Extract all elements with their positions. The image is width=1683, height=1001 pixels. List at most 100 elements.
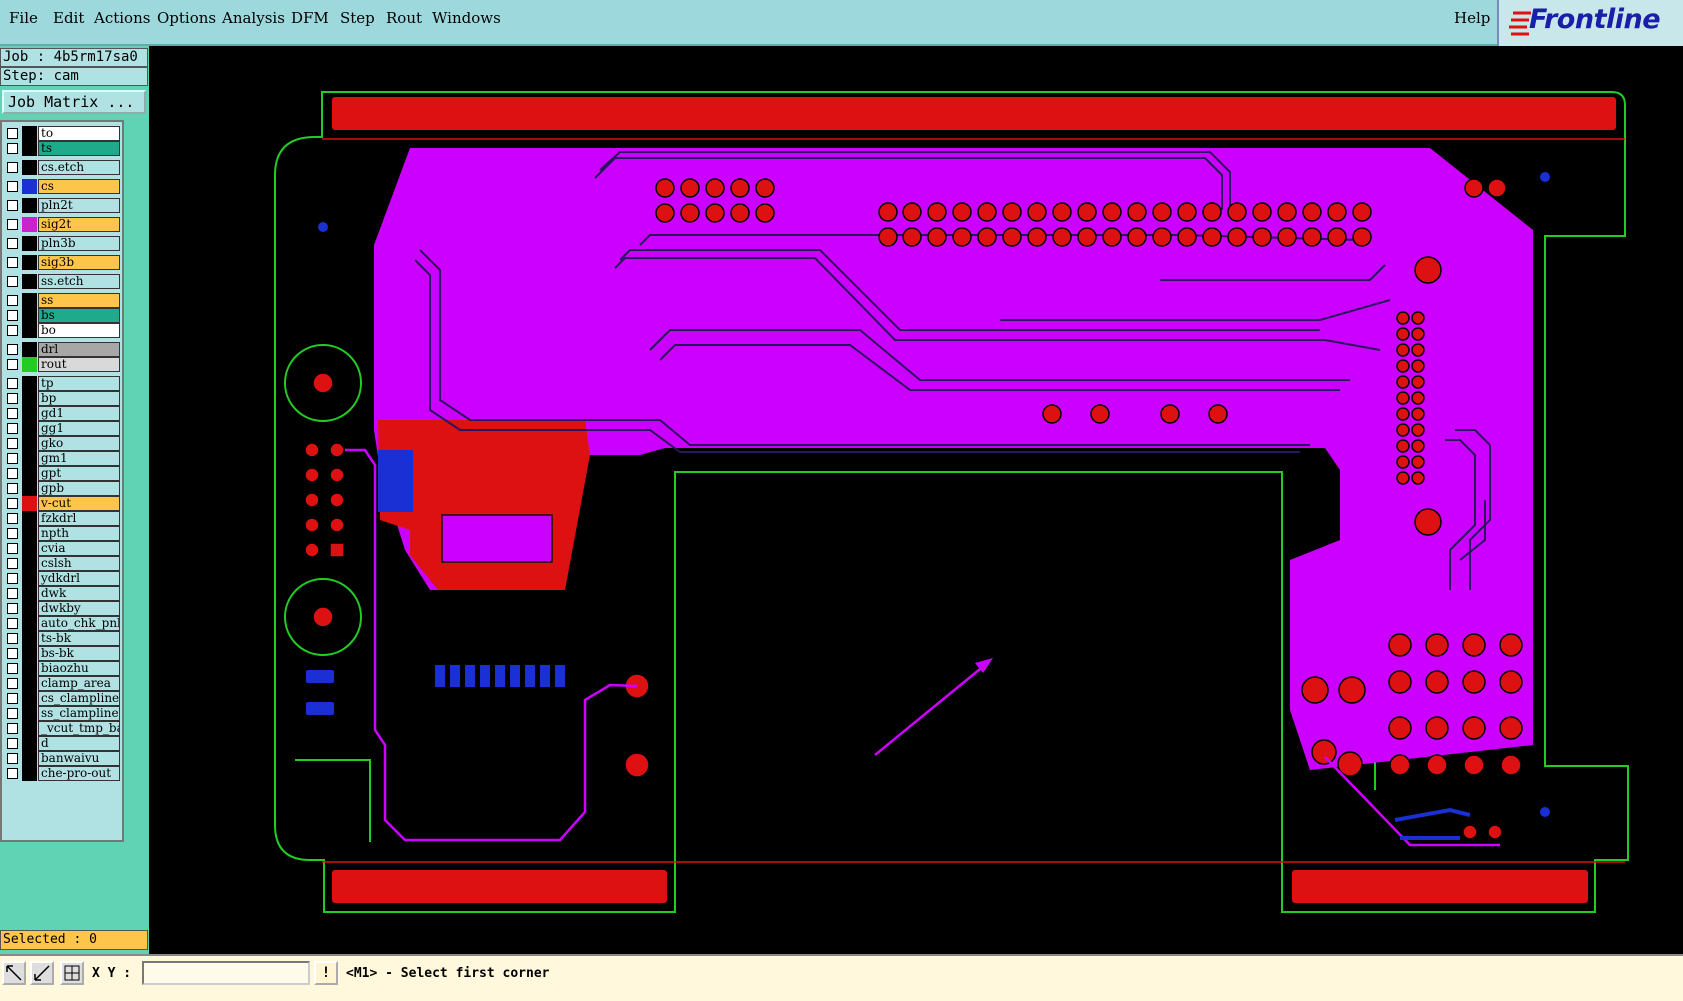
layer-color-swatch[interactable] <box>22 274 37 289</box>
layer-row-bs-bk[interactable]: bs-bk <box>4 646 122 661</box>
layer-checkbox[interactable] <box>7 513 18 524</box>
layer-color-swatch[interactable] <box>22 357 37 372</box>
layer-color-swatch[interactable] <box>22 179 37 194</box>
layer-name[interactable]: cs <box>38 179 120 194</box>
layer-name[interactable]: dwkby <box>38 601 120 616</box>
layer-color-swatch[interactable] <box>22 556 37 571</box>
menu-dfm[interactable]: DFM <box>291 9 329 27</box>
layer-row-bs[interactable]: bs <box>4 308 122 323</box>
layer-row-bp[interactable]: bp <box>4 391 122 406</box>
layer-checkbox[interactable] <box>7 359 18 370</box>
layer-row-pln2t[interactable]: pln2t <box>4 198 122 213</box>
layer-checkbox[interactable] <box>7 558 18 569</box>
layer-color-swatch[interactable] <box>22 391 37 406</box>
layer-checkbox[interactable] <box>7 468 18 479</box>
layer-name[interactable]: dwk <box>38 586 120 601</box>
layer-name[interactable]: biaozhu <box>38 661 120 676</box>
grid-icon[interactable] <box>60 961 84 985</box>
layer-name[interactable]: to <box>38 126 120 141</box>
layer-checkbox[interactable] <box>7 753 18 764</box>
layer-color-swatch[interactable] <box>22 160 37 175</box>
layer-name[interactable]: ss <box>38 293 120 308</box>
layer-name[interactable]: bs <box>38 308 120 323</box>
layer-name[interactable]: _vcut_tmp_bak <box>38 721 120 736</box>
menu-help[interactable]: Help <box>1454 9 1490 27</box>
layer-checkbox[interactable] <box>7 588 18 599</box>
layer-name[interactable]: ss.etch <box>38 274 120 289</box>
layer-name[interactable]: ss_clampline <box>38 706 120 721</box>
layer-row-gpb[interactable]: gpb <box>4 481 122 496</box>
layer-row-sig2t[interactable]: sig2t <box>4 217 122 232</box>
layer-checkbox[interactable] <box>7 498 18 509</box>
layer-name[interactable]: ts-bk <box>38 631 120 646</box>
layer-row-ss[interactable]: ss <box>4 293 122 308</box>
layer-name[interactable]: cs.etch <box>38 160 120 175</box>
layer-checkbox[interactable] <box>7 648 18 659</box>
layer-row-cs-clampline[interactable]: cs_clampline <box>4 691 122 706</box>
layer-name[interactable]: fzkdrl <box>38 511 120 526</box>
layer-color-swatch[interactable] <box>22 706 37 721</box>
layer-color-swatch[interactable] <box>22 376 37 391</box>
layer-checkbox[interactable] <box>7 573 18 584</box>
layer-name[interactable]: drl <box>38 342 120 357</box>
layer-name[interactable]: pln2t <box>38 198 120 213</box>
layer-color-swatch[interactable] <box>22 631 37 646</box>
menu-file[interactable]: File <box>9 9 38 27</box>
layer-color-swatch[interactable] <box>22 217 37 232</box>
layer-color-swatch[interactable] <box>22 342 37 357</box>
layer-row-dwk[interactable]: dwk <box>4 586 122 601</box>
layer-name[interactable]: v-cut <box>38 496 120 511</box>
layer-checkbox[interactable] <box>7 238 18 249</box>
layer-color-swatch[interactable] <box>22 541 37 556</box>
layer-name[interactable]: gm1 <box>38 451 120 466</box>
layer-checkbox[interactable] <box>7 543 18 554</box>
layer-row-fzkdrl[interactable]: fzkdrl <box>4 511 122 526</box>
layer-color-swatch[interactable] <box>22 601 37 616</box>
layer-color-swatch[interactable] <box>22 511 37 526</box>
layer-row-npth[interactable]: npth <box>4 526 122 541</box>
layer-checkbox[interactable] <box>7 276 18 287</box>
layer-color-swatch[interactable] <box>22 586 37 601</box>
layer-name[interactable]: che-pro-out <box>38 766 120 781</box>
layer-checkbox[interactable] <box>7 723 18 734</box>
warning-icon[interactable]: ! <box>314 961 338 985</box>
layer-checkbox[interactable] <box>7 219 18 230</box>
layer-checkbox[interactable] <box>7 528 18 539</box>
layer-row-clamp-area[interactable]: clamp_area <box>4 676 122 691</box>
layer-checkbox[interactable] <box>7 663 18 674</box>
menu-options[interactable]: Options <box>157 9 216 27</box>
layer-checkbox[interactable] <box>7 295 18 306</box>
layer-color-swatch[interactable] <box>22 308 37 323</box>
layer-checkbox[interactable] <box>7 453 18 464</box>
layer-checkbox[interactable] <box>7 181 18 192</box>
layer-color-swatch[interactable] <box>22 751 37 766</box>
layer-checkbox[interactable] <box>7 408 18 419</box>
layer-row-bo[interactable]: bo <box>4 323 122 338</box>
layer-color-swatch[interactable] <box>22 766 37 781</box>
layer-color-swatch[interactable] <box>22 421 37 436</box>
layer-name[interactable]: tp <box>38 376 120 391</box>
graphics-canvas[interactable] <box>149 46 1683 954</box>
layer-checkbox[interactable] <box>7 633 18 644</box>
layer-row-gg1[interactable]: gg1 <box>4 421 122 436</box>
layer-row--vcut-tmp-bak[interactable]: _vcut_tmp_bak <box>4 721 122 736</box>
layer-color-swatch[interactable] <box>22 616 37 631</box>
layer-row-d[interactable]: d <box>4 736 122 751</box>
layer-checkbox[interactable] <box>7 678 18 689</box>
menu-analysis[interactable]: Analysis <box>222 9 285 27</box>
layer-color-swatch[interactable] <box>22 736 37 751</box>
layer-name[interactable]: npth <box>38 526 120 541</box>
layer-checkbox[interactable] <box>7 423 18 434</box>
layer-name[interactable]: auto_chk_pnl <box>38 616 120 631</box>
layer-color-swatch[interactable] <box>22 721 37 736</box>
layer-name[interactable]: d <box>38 736 120 751</box>
layer-checkbox[interactable] <box>7 693 18 704</box>
layer-name[interactable]: cslsh <box>38 556 120 571</box>
layer-name[interactable]: cs_clampline <box>38 691 120 706</box>
layer-color-swatch[interactable] <box>22 661 37 676</box>
layer-name[interactable]: rout <box>38 357 120 372</box>
layer-checkbox[interactable] <box>7 483 18 494</box>
layer-checkbox[interactable] <box>7 438 18 449</box>
layer-row-dwkby[interactable]: dwkby <box>4 601 122 616</box>
layer-name[interactable]: gd1 <box>38 406 120 421</box>
